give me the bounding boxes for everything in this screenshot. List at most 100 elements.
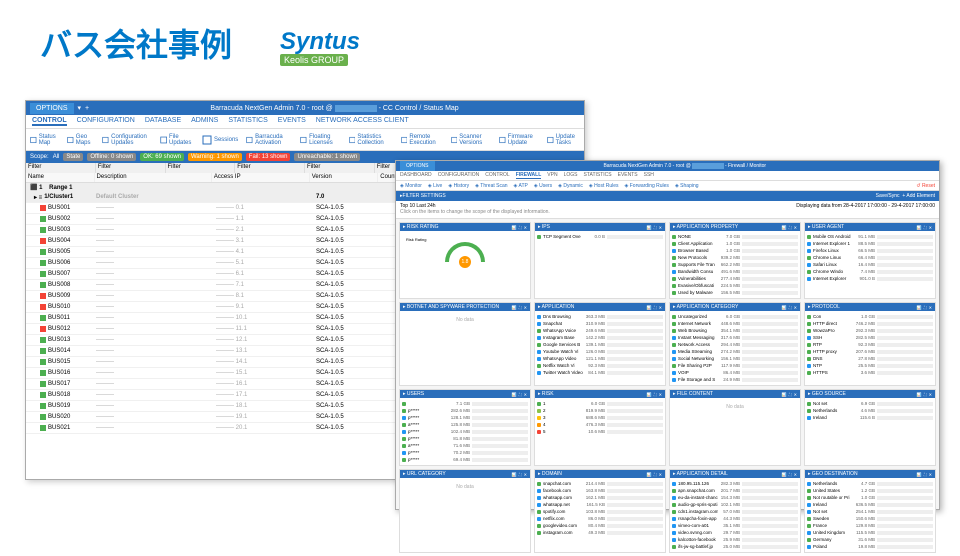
list-item[interactable]: Client Application1.0 GB [672,240,798,247]
expand-icon[interactable]: ⛶ [924,392,927,397]
subtool-atp[interactable]: ◈ ATP [514,183,528,189]
subtool-host-rules[interactable]: ◈ Host Rules [589,183,619,189]
list-item[interactable]: Safari Linux16.4 MB [807,261,933,268]
list-item[interactable]: SSH282.5 MB [807,334,933,341]
list-item[interactable]: p*****128.1 MB [402,414,528,421]
expand-icon[interactable]: ⛶ [924,305,927,310]
filter-input[interactable]: Filter [96,163,166,173]
list-item[interactable]: Not routable or Pri1.0 GB [807,494,933,501]
subtool-live[interactable]: ◈ Live [428,183,442,189]
list-item[interactable]: Chrome Linux66.4 MB [807,254,933,261]
close-icon[interactable]: ✕ [659,392,662,397]
list-item[interactable]: video.svnng.com29.7 MB [672,529,798,536]
list-item[interactable]: p*****102.4 MB [402,428,528,435]
expand-icon[interactable]: ⛶ [789,225,792,230]
subtool-shaping[interactable]: ◈ Shaping [675,183,699,189]
scope-unreach[interactable]: Unreachable: 1 shown [294,153,360,161]
expand-icon[interactable]: ⛶ [924,225,927,230]
expand-icon[interactable]: ⛶ [654,472,657,477]
close-icon[interactable]: ✕ [524,392,527,397]
expand-icon[interactable]: ⛶ [519,305,522,310]
chart-icon[interactable]: 📊 [512,225,517,230]
list-item[interactable]: 16.0 GB [537,400,663,407]
chart-icon[interactable]: 📊 [782,305,787,310]
list-item[interactable]: Internet Explorer 188.5 MB [807,240,933,247]
list-item[interactable]: Uncategorized6.0 GB [672,313,798,320]
list-item[interactable]: Netflix Watch Vi92.3 MB [537,362,663,369]
list-item[interactable]: 510.6 MB [537,428,663,435]
tab-statistics[interactable]: STATISTICS [228,117,267,126]
tool-update-tasks[interactable]: Update Tasks [547,134,580,146]
subtool-monitor[interactable]: ◈ Monitor [400,183,422,189]
close-icon[interactable]: ✕ [794,472,797,477]
list-item[interactable]: Sweden150.6 MB [807,515,933,522]
add-element-button[interactable]: + Add Element [902,193,935,199]
card-header[interactable]: ▸ APPLICATION DETAIL📊⛶✕ [670,470,800,478]
card-header[interactable]: ▸ GEO SOURCE📊⛶✕ [805,390,935,398]
filter-input[interactable]: Filter [166,163,236,173]
list-item[interactable]: Ireland636.5 MB [807,501,933,508]
list-item[interactable]: Instant Messaging317.6 MB [672,334,798,341]
subtool-history[interactable]: ◈ History [448,183,469,189]
expand-icon[interactable]: ⛶ [789,392,792,397]
options-button[interactable]: OPTIONS [400,161,435,171]
list-item[interactable]: WhatsApp Video121.1 MB [537,355,663,362]
save-sync-button[interactable]: Save/Sync [876,193,900,199]
list-item[interactable]: Instagram Base142.2 MB [537,334,663,341]
close-icon[interactable]: ✕ [524,225,527,230]
tab-dashboard[interactable]: DASHBOARD [400,172,432,179]
list-item[interactable]: whatsapp.com162.1 MB [537,494,663,501]
chart-icon[interactable]: 📊 [647,225,652,230]
subtool-dynamic[interactable]: ◈ Dynamic [558,183,583,189]
tool-geo-maps[interactable]: Geo Maps [67,134,94,146]
filter-input[interactable]: Filter [26,163,96,173]
list-item[interactable]: DNS27.8 MB [807,355,933,362]
card-header[interactable]: ▸ IPS📊⛶✕ [535,223,665,231]
subtool-threat-scan[interactable]: ◈ Threat Scan [475,183,507,189]
close-icon[interactable]: ✕ [794,305,797,310]
list-item[interactable]: rsnapcha-foxin-app44.3 MB [672,515,798,522]
list-item[interactable]: spotify.com103.8 MB [537,508,663,515]
list-item[interactable]: Internet Explorer901.0 B [807,275,933,282]
list-item[interactable]: HTTPS3.6 MB [807,369,933,376]
tool-firmware-update[interactable]: Firmware Update [499,134,539,146]
list-item[interactable]: Netherlands4.6 MB [807,407,933,414]
scope-offline[interactable]: Offline: 0 shown [87,153,136,161]
expand-icon[interactable]: ⛶ [654,305,657,310]
chart-icon[interactable]: 📊 [647,305,652,310]
tool-floating-licenses[interactable]: Floating Licenses [300,134,340,146]
card-header[interactable]: ▸ USERS📊⛶✕ [400,390,530,398]
list-item[interactable]: googlevideo.com80.4 MB [537,522,663,529]
list-item[interactable]: Internet Network448.6 MB [672,320,798,327]
list-item[interactable]: audio-gp-spris-spoti102.1 MB [672,501,798,508]
list-item[interactable]: Not set254.1 MB [807,508,933,515]
expand-icon[interactable]: ⛶ [789,472,792,477]
expand-icon[interactable]: ⛶ [519,392,522,397]
card-header[interactable]: ▸ RISK📊⛶✕ [535,390,665,398]
tab-database[interactable]: DATABASE [145,117,181,126]
tool-file-updates[interactable]: File Updates [160,134,194,146]
tab-configuration[interactable]: CONFIGURATION [77,117,135,126]
list-item[interactable]: File Sharing P2P117.9 MB [672,362,798,369]
close-icon[interactable]: ✕ [659,225,662,230]
list-item[interactable]: a*****125.8 MB [402,421,528,428]
scope-ok[interactable]: OK: 69 shown [140,153,184,161]
list-item[interactable]: whatsapp.net161.5 KB [537,501,663,508]
close-icon[interactable]: ✕ [659,305,662,310]
list-item[interactable]: HTTP proxy207.6 MB [807,348,933,355]
tab-configuration[interactable]: CONFIGURATION [438,172,480,179]
tab-firewall[interactable]: FIREWALL [516,172,542,179]
list-item[interactable]: Ireland115.6 B [807,414,933,421]
list-item[interactable]: p*****282.6 MB [402,407,528,414]
list-item[interactable]: Google Services B139.1 MB [537,341,663,348]
filter-input[interactable]: Filter [305,163,375,173]
chart-icon[interactable]: 📊 [917,472,922,477]
subtool-users[interactable]: ◈ Users [534,183,552,189]
list-item[interactable]: File Storage and S24.9 MB [672,376,798,383]
list-item[interactable]: Not set6.9 GB [807,400,933,407]
list-item[interactable]: Vulnerabilities277.4 MB [672,275,798,282]
chart-icon[interactable]: 📊 [512,472,517,477]
options-button[interactable]: OPTIONS [30,103,74,114]
list-item[interactable]: 7.1 GB [402,400,528,407]
tab-events[interactable]: EVENTS [278,117,306,126]
